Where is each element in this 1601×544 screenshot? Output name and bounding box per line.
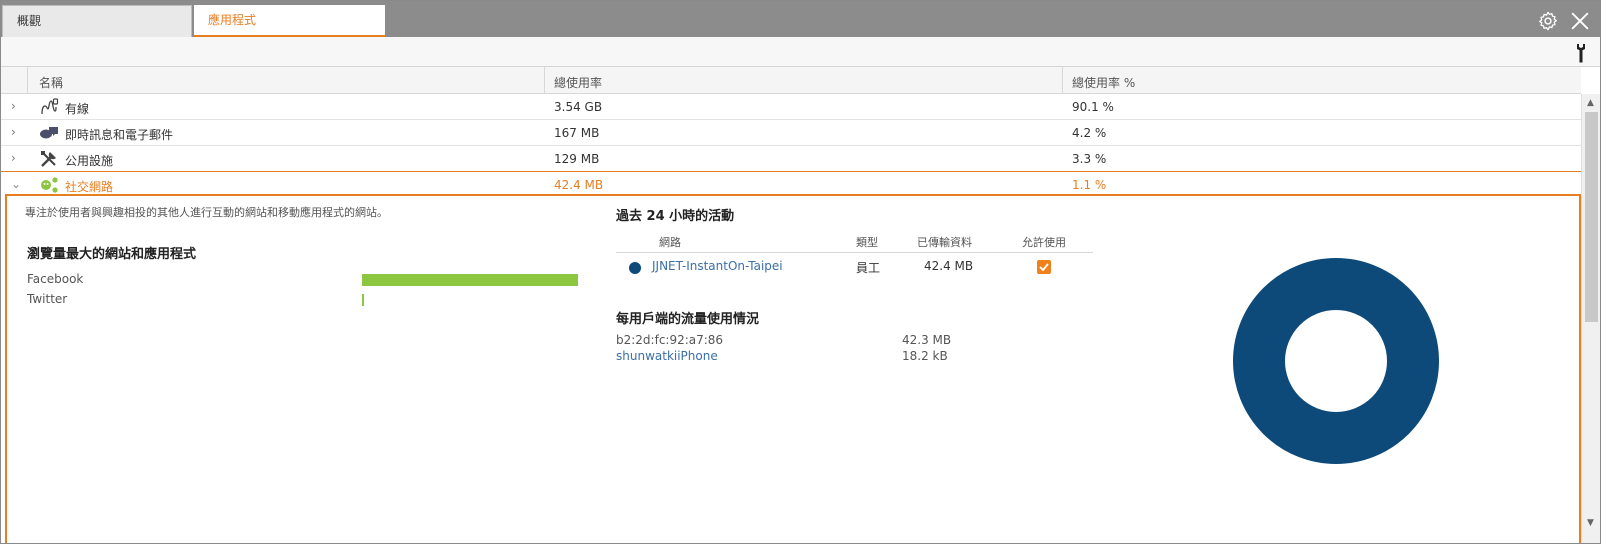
activity-header-type: 類型 [856, 236, 878, 249]
usage-donut-chart [1233, 258, 1439, 464]
close-icon[interactable] [1569, 10, 1591, 32]
tab-overview[interactable]: 概觀 [2, 5, 192, 37]
activity-divider [616, 252, 1093, 253]
gear-icon[interactable] [1537, 10, 1559, 32]
scroll-up-icon[interactable]: ▲ [1587, 98, 1594, 108]
activity-header-transferred: 已傳輸資料 [917, 236, 972, 249]
table-row-wired[interactable]: › 有線 3.54 GB 90.1 % [1, 94, 1581, 120]
row-percent: 1.1 % [1072, 178, 1107, 192]
clients-title: 每用戶端的流量使用情況 [616, 312, 760, 327]
social-icon [41, 177, 58, 193]
row-name: 有線 [65, 102, 90, 116]
scroll-down-icon[interactable]: ▼ [1587, 518, 1594, 528]
toolbar [1, 37, 1600, 67]
table-row-utilities[interactable]: › 公用設施 129 MB 3.3 % [1, 146, 1581, 172]
row-usage: 129 MB [554, 152, 600, 166]
scrollbar-thumb[interactable] [1585, 112, 1598, 322]
row-percent: 90.1 % [1072, 100, 1114, 114]
activity-header-allowed: 允許使用 [1022, 236, 1066, 249]
network-link[interactable]: JJNET-InstantOn-Taipei [652, 259, 783, 273]
chevron-right-icon[interactable]: › [11, 125, 21, 139]
top-sites-title: 瀏覽量最大的網站和應用程式 [27, 247, 197, 262]
network-transferred: 42.4 MB [924, 259, 974, 273]
row-name: 社交網路 [65, 180, 114, 194]
column-usage[interactable]: 總使用率 [554, 74, 602, 91]
detail-panel: 專注於使用者與興趣相投的其他人進行互動的網站和移動應用程式的網站。 瀏覽量最大的… [5, 194, 1581, 543]
network-color-dot [629, 262, 641, 274]
checkmark-icon [1039, 263, 1049, 272]
allowed-checkbox[interactable] [1037, 260, 1051, 274]
column-usage-percent[interactable]: 總使用率 % [1072, 74, 1135, 91]
row-usage: 167 MB [554, 126, 600, 140]
chevron-down-icon[interactable]: ⌄ [11, 177, 21, 191]
row-percent: 4.2 % [1072, 126, 1107, 140]
client-link[interactable]: shunwatkiiPhone [616, 349, 718, 363]
table-header: 名稱 總使用率 總使用率 % [1, 67, 1581, 94]
activity-title: 過去 24 小時的活動 [616, 209, 735, 224]
activity-header-network: 網路 [659, 236, 681, 249]
column-divider [27, 67, 28, 94]
client-usage: 18.2 kB [902, 349, 948, 363]
category-description: 專注於使用者與興趣相投的其他人進行互動的網站和移動應用程式的網站。 [25, 206, 388, 219]
tab-bar: 概觀 應用程式 [1, 1, 1600, 37]
column-name[interactable]: 名稱 [39, 74, 63, 91]
client-usage: 42.3 MB [902, 333, 952, 347]
table-row-im-email[interactable]: › 即時訊息和電子郵件 167 MB 4.2 % [1, 120, 1581, 146]
top-site-bar [362, 274, 578, 286]
tab-applications[interactable]: 應用程式 [194, 5, 385, 37]
network-type: 員工 [856, 261, 881, 275]
column-divider [544, 67, 545, 94]
chevron-right-icon[interactable]: › [11, 151, 21, 165]
wired-icon [41, 98, 59, 115]
row-name: 即時訊息和電子郵件 [65, 128, 174, 142]
row-usage: 42.4 MB [554, 178, 604, 192]
top-site-label: Twitter [27, 292, 68, 306]
client-name: b2:2d:fc:92:a7:86 [616, 333, 724, 347]
donut-slice-network [1233, 258, 1439, 464]
chat-icon [40, 127, 58, 139]
chevron-right-icon[interactable]: › [11, 99, 21, 113]
scrollbar[interactable]: ▲ ▼ [1581, 94, 1600, 543]
top-site-label: Facebook [27, 272, 84, 286]
app-window: 概觀 應用程式 名稱 總使用率 總使用率 % › 有線 3.54 GB 90.1… [0, 0, 1601, 544]
row-usage: 3.54 GB [554, 100, 603, 114]
row-percent: 3.3 % [1072, 152, 1107, 166]
wrench-icon[interactable] [1574, 43, 1588, 63]
column-divider [1062, 67, 1063, 94]
top-site-bar [362, 294, 364, 306]
tools-icon [41, 151, 56, 167]
row-name: 公用設施 [65, 154, 114, 168]
